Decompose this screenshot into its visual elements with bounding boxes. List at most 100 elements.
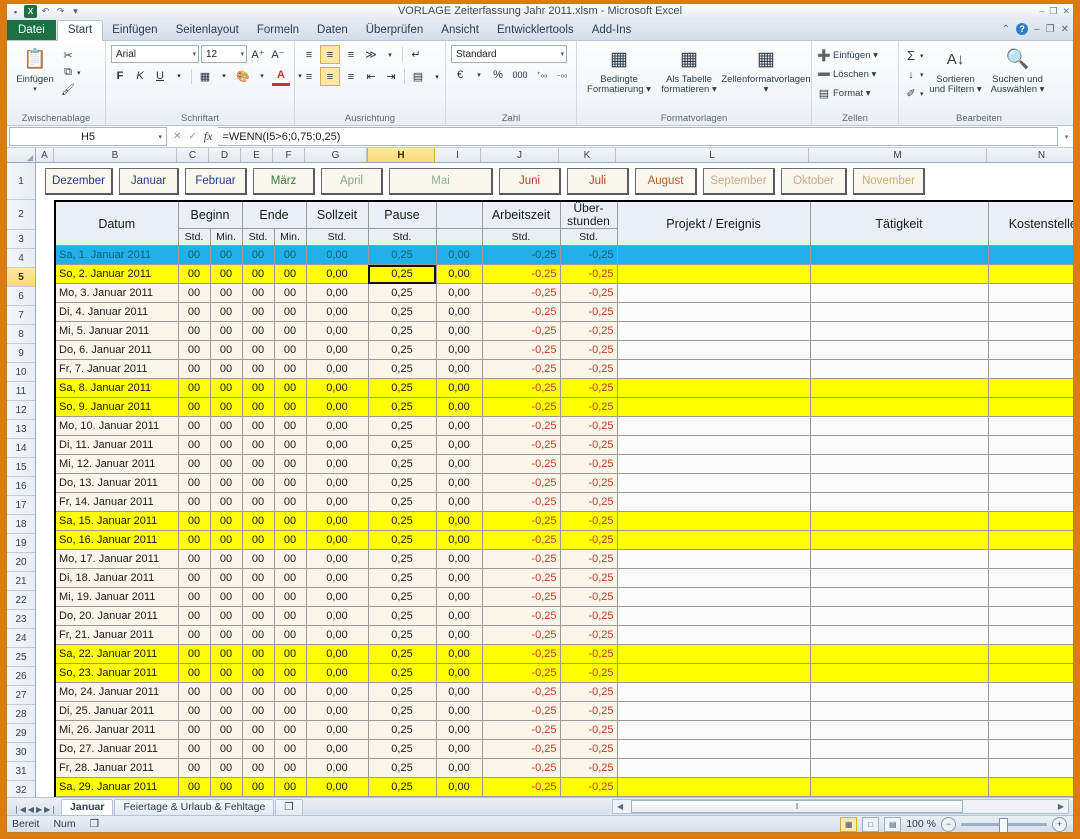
- cell-ueberstunden[interactable]: -0,25: [560, 569, 617, 588]
- cell-pause[interactable]: 0,25: [368, 778, 436, 797]
- insert-cells-button[interactable]: ➕Einfügen ▾: [817, 48, 878, 63]
- cell-sollzeit[interactable]: 0,00: [306, 322, 368, 341]
- cell-datum[interactable]: Sa, 8. Januar 2011: [55, 379, 178, 398]
- cell-kostenstelle[interactable]: [988, 740, 1073, 759]
- orientation-arrow-icon[interactable]: ▾: [382, 46, 398, 63]
- row-header-5[interactable]: 5: [7, 268, 35, 287]
- cell-sollzeit[interactable]: 0,00: [306, 550, 368, 569]
- cell-beginn-min[interactable]: 00: [210, 341, 242, 360]
- fill-arrow-icon[interactable]: ▾: [920, 71, 924, 79]
- name-box[interactable]: H5 ▾: [9, 127, 167, 146]
- cell-ende-std[interactable]: 00: [242, 778, 274, 797]
- month-button-januar[interactable]: Januar: [119, 168, 179, 195]
- fill-button[interactable]: ↓▾: [904, 67, 924, 82]
- align-middle-button[interactable]: ≡: [320, 45, 340, 64]
- cell-g[interactable]: 0,00: [436, 759, 482, 778]
- cell-kostenstelle[interactable]: [988, 588, 1073, 607]
- row-header-18[interactable]: 18: [7, 515, 35, 534]
- scroll-left-icon[interactable]: ◀: [617, 802, 623, 811]
- cell-pause[interactable]: 0,25: [368, 588, 436, 607]
- cell-beginn-min[interactable]: 00: [210, 569, 242, 588]
- cell-sollzeit[interactable]: 0,00: [306, 740, 368, 759]
- underline-arrow-icon[interactable]: ▾: [171, 68, 187, 85]
- month-button-november[interactable]: November: [853, 168, 925, 195]
- tab-entwicklertools[interactable]: Entwicklertools: [488, 21, 583, 40]
- zoom-in-button[interactable]: +: [1052, 817, 1067, 832]
- cell-taetigkeit[interactable]: [810, 645, 988, 664]
- cell-ende-std[interactable]: 00: [242, 246, 274, 265]
- column-header-D[interactable]: D: [209, 148, 241, 162]
- cell-pause[interactable]: 0,25: [368, 246, 436, 265]
- row-header-30[interactable]: 30: [7, 743, 35, 762]
- cell-g[interactable]: 0,00: [436, 284, 482, 303]
- cell-datum[interactable]: Mo, 10. Januar 2011: [55, 417, 178, 436]
- cell-datum[interactable]: Do, 27. Januar 2011: [55, 740, 178, 759]
- cell-beginn-min[interactable]: 00: [210, 645, 242, 664]
- cell-ende-min[interactable]: 00: [274, 702, 306, 721]
- cell-sollzeit[interactable]: 0,00: [306, 645, 368, 664]
- table-row[interactable]: Sa, 8. Januar 2011000000000,000,250,00-0…: [55, 379, 1073, 398]
- cell-beginn-std[interactable]: 00: [178, 360, 210, 379]
- cell-pause[interactable]: 0,25: [368, 550, 436, 569]
- first-sheet-icon[interactable]: ❘◀: [13, 805, 26, 814]
- cell-projekt[interactable]: [617, 759, 810, 778]
- table-row[interactable]: Di, 11. Januar 2011000000000,000,250,00-…: [55, 436, 1073, 455]
- cell-g[interactable]: 0,00: [436, 721, 482, 740]
- cell-taetigkeit[interactable]: [810, 759, 988, 778]
- table-row[interactable]: Fr, 7. Januar 2011000000000,000,250,00-0…: [55, 360, 1073, 379]
- cell-g[interactable]: 0,00: [436, 322, 482, 341]
- align-center-button[interactable]: ≡: [320, 67, 340, 86]
- cell-beginn-min[interactable]: 00: [210, 607, 242, 626]
- cell-ende-std[interactable]: 00: [242, 740, 274, 759]
- horizontal-scrollbar[interactable]: ◀ ‖ ▶: [612, 799, 1069, 814]
- table-row[interactable]: Sa, 1. Januar 2011000000000,000,250,00-0…: [55, 246, 1073, 265]
- cell-beginn-min[interactable]: 00: [210, 664, 242, 683]
- chevron-down-icon[interactable]: ▾: [158, 133, 162, 141]
- cell-datum[interactable]: Mi, 5. Januar 2011: [55, 322, 178, 341]
- row-header-22[interactable]: 22: [7, 591, 35, 610]
- cell-ende-std[interactable]: 00: [242, 550, 274, 569]
- cell-ende-std[interactable]: 00: [242, 569, 274, 588]
- tab-start[interactable]: Start: [57, 20, 103, 41]
- cell-beginn-min[interactable]: 00: [210, 436, 242, 455]
- cell-pause[interactable]: 0,25: [368, 493, 436, 512]
- help-icon[interactable]: ?: [1016, 23, 1028, 35]
- zoom-slider-knob[interactable]: [999, 818, 1008, 833]
- cell-beginn-std[interactable]: 00: [178, 493, 210, 512]
- cell-sollzeit[interactable]: 0,00: [306, 664, 368, 683]
- cell-beginn-min[interactable]: 00: [210, 702, 242, 721]
- cell-datum[interactable]: So, 23. Januar 2011: [55, 664, 178, 683]
- table-row[interactable]: Do, 27. Januar 2011000000000,000,250,00-…: [55, 740, 1073, 759]
- align-right-button[interactable]: ≡: [342, 68, 360, 85]
- cell-kostenstelle[interactable]: [988, 436, 1073, 455]
- cell-kostenstelle[interactable]: [988, 360, 1073, 379]
- column-header-I[interactable]: I: [435, 148, 481, 162]
- cell-beginn-min[interactable]: 00: [210, 588, 242, 607]
- cell-beginn-min[interactable]: 00: [210, 360, 242, 379]
- macro-record-icon[interactable]: ❐: [90, 818, 99, 830]
- row-header-13[interactable]: 13: [7, 420, 35, 439]
- cell-ende-std[interactable]: 00: [242, 455, 274, 474]
- row-header-32[interactable]: 32: [7, 781, 35, 797]
- cell-kostenstelle[interactable]: [988, 645, 1073, 664]
- cell-ueberstunden[interactable]: -0,25: [560, 702, 617, 721]
- cell-taetigkeit[interactable]: [810, 284, 988, 303]
- cell-arbeitszeit[interactable]: -0,25: [482, 436, 560, 455]
- cell-ende-min[interactable]: 00: [274, 626, 306, 645]
- cell-datum[interactable]: Sa, 1. Januar 2011: [55, 246, 178, 265]
- cell-sollzeit[interactable]: 0,00: [306, 360, 368, 379]
- row-header-27[interactable]: 27: [7, 686, 35, 705]
- cell-beginn-min[interactable]: 00: [210, 493, 242, 512]
- cell-ende-min[interactable]: 00: [274, 778, 306, 797]
- cell-sollzeit[interactable]: 0,00: [306, 284, 368, 303]
- cell-beginn-std[interactable]: 00: [178, 379, 210, 398]
- cell-beginn-min[interactable]: 00: [210, 322, 242, 341]
- underline-button[interactable]: U: [151, 68, 169, 85]
- cell-taetigkeit[interactable]: [810, 626, 988, 645]
- cell-ende-std[interactable]: 00: [242, 645, 274, 664]
- row-header-25[interactable]: 25: [7, 648, 35, 667]
- prev-sheet-icon[interactable]: ◀: [28, 805, 34, 814]
- select-all-button[interactable]: [7, 148, 36, 162]
- zoom-out-button[interactable]: −: [941, 817, 956, 832]
- cell-kostenstelle[interactable]: [988, 379, 1073, 398]
